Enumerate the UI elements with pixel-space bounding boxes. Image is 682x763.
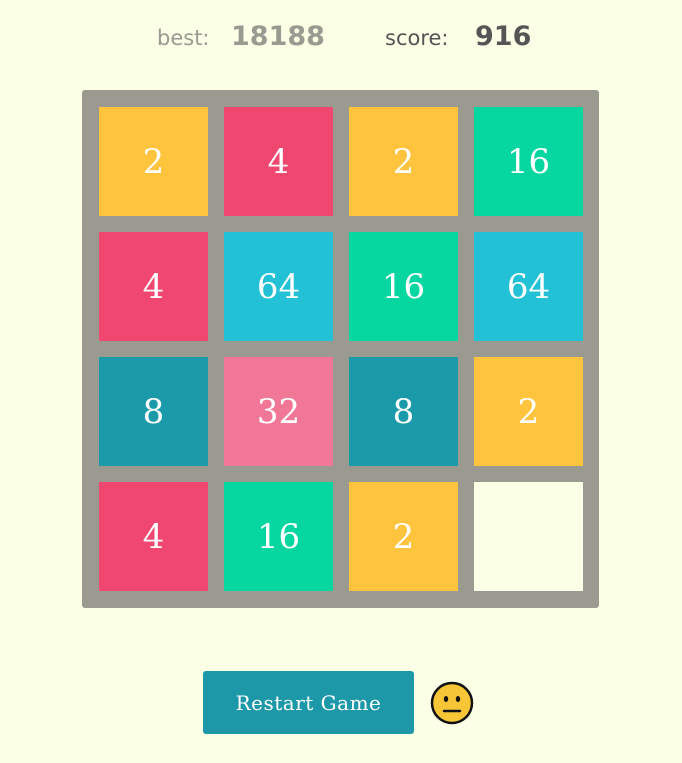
- tile-16: 16: [474, 107, 583, 216]
- game-board[interactable]: 2 4 2 16 4 64 16 64 8 32 8 2 4 16 2: [82, 90, 599, 608]
- restart-game-button[interactable]: Restart Game: [203, 671, 414, 734]
- neutral-face-icon: [430, 681, 474, 725]
- tile-2: 2: [99, 107, 208, 216]
- tile-32: 32: [224, 357, 333, 466]
- tile-4: 4: [99, 482, 208, 591]
- score-label: score:: [385, 26, 449, 50]
- best-label: best:: [157, 26, 210, 50]
- tile-2: 2: [349, 107, 458, 216]
- tile-4: 4: [224, 107, 333, 216]
- tile-2: 2: [349, 482, 458, 591]
- tile-16: 16: [224, 482, 333, 591]
- empty-tile: [474, 482, 583, 591]
- tile-2: 2: [474, 357, 583, 466]
- tile-64: 64: [474, 232, 583, 341]
- tile-8: 8: [99, 357, 208, 466]
- tile-4: 4: [99, 232, 208, 341]
- tile-8: 8: [349, 357, 458, 466]
- best-score-value: 18188: [231, 21, 325, 52]
- score-bar: best: 18188 score: 916: [0, 18, 682, 62]
- tile-64: 64: [224, 232, 333, 341]
- tile-16: 16: [349, 232, 458, 341]
- current-score-value: 916: [475, 21, 532, 52]
